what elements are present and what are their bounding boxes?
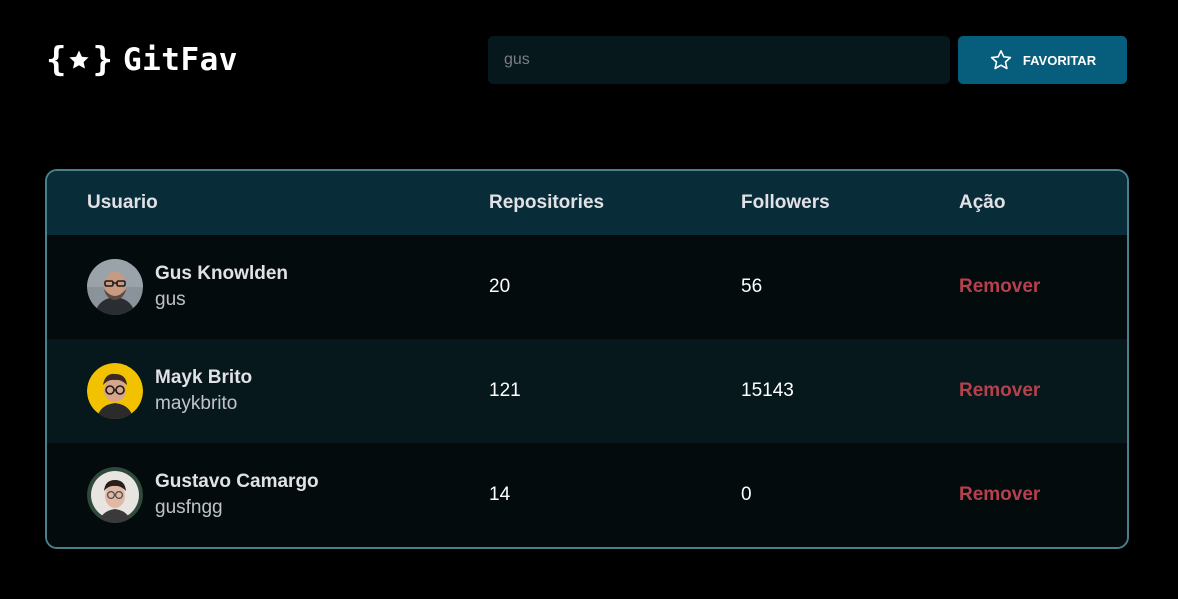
- remove-button[interactable]: Remover: [959, 380, 1040, 402]
- remove-button[interactable]: Remover: [959, 276, 1040, 298]
- gitfav-app: { } GitFav FAVORITAR Usuario Repositorie…: [0, 0, 1178, 599]
- favorite-button[interactable]: FAVORITAR: [958, 36, 1127, 84]
- followers-cell: 15143: [741, 380, 794, 401]
- repositories-cell: 14: [489, 484, 511, 505]
- user-login: gusfngg: [155, 497, 223, 518]
- header-repositories: Repositories: [489, 192, 605, 213]
- user-login: gus: [155, 289, 186, 310]
- action-cell: Remover: [959, 235, 1127, 339]
- favorites-table: Usuario Repositories Followers Ação Gus …: [45, 169, 1129, 549]
- avatar[interactable]: [87, 467, 143, 523]
- user-cell: Gus Knowlden gus: [47, 235, 489, 339]
- user-name: Mayk Brito: [155, 367, 253, 388]
- table-row: Gus Knowlden gus 20 56 Remover: [47, 235, 1127, 339]
- search-input[interactable]: [488, 36, 950, 84]
- logo-mark: { }: [46, 43, 113, 77]
- repositories-cell: 20: [489, 276, 511, 297]
- action-cell: Remover: [959, 443, 1127, 547]
- header-followers: Followers: [741, 192, 830, 213]
- star-outline-icon: [990, 50, 1012, 70]
- table-row: Gustavo Camargo gusfngg 14 0 Remover: [47, 443, 1127, 547]
- user-name: Gustavo Camargo: [155, 471, 319, 492]
- user-login: maykbrito: [155, 393, 238, 414]
- avatar[interactable]: [87, 259, 143, 315]
- table-row: Mayk Brito maykbrito 121 15143 Remover: [47, 339, 1127, 443]
- user-cell: Mayk Brito maykbrito: [47, 339, 489, 443]
- action-cell: Remover: [959, 339, 1127, 443]
- logo-brace-open: {: [46, 40, 67, 80]
- header-action: Ação: [959, 192, 1006, 213]
- table-header-row: Usuario Repositories Followers Ação: [47, 171, 1127, 235]
- user-cell: Gustavo Camargo gusfngg: [47, 443, 489, 547]
- favorite-button-label: FAVORITAR: [1022, 52, 1097, 68]
- repositories-cell: 121: [489, 380, 521, 401]
- logo: { } GitFav: [46, 40, 238, 80]
- logo-brace-close: }: [92, 40, 113, 80]
- followers-cell: 0: [741, 484, 752, 505]
- user-name: Gus Knowlden: [155, 263, 288, 284]
- logo-text: GitFav: [122, 42, 238, 78]
- avatar[interactable]: [87, 363, 143, 419]
- remove-button[interactable]: Remover: [959, 484, 1040, 506]
- star-icon: [69, 50, 90, 69]
- followers-cell: 56: [741, 276, 763, 297]
- header-user: Usuario: [87, 192, 158, 213]
